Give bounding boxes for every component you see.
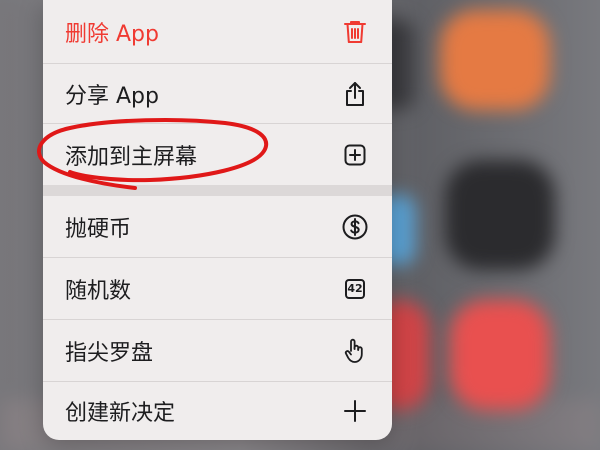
menu-item-label: 分享 App: [65, 83, 159, 109]
context-menu: 删除 App 分享 App 添加到主屏幕 抛硬币 随机数 42 指尖罗盘 创建新…: [43, 0, 392, 440]
menu-item-add-to-home[interactable]: 添加到主屏幕: [43, 124, 392, 185]
menu-item-create-decision[interactable]: 创建新决定: [43, 382, 392, 440]
menu-item-label: 添加到主屏幕: [65, 144, 198, 170]
menu-item-label: 指尖罗盘: [65, 340, 154, 366]
menu-item-label: 删除 App: [65, 21, 159, 47]
menu-item-finger-compass[interactable]: 指尖罗盘: [43, 320, 392, 382]
menu-item-delete-app[interactable]: 删除 App: [43, 0, 392, 64]
menu-item-label: 创建新决定: [65, 401, 176, 426]
plus-icon: [342, 398, 368, 424]
app-icon-blur: [440, 10, 550, 110]
share-icon: [342, 81, 368, 107]
trash-icon: [342, 19, 368, 45]
number-box-text: 42: [345, 278, 365, 299]
menu-item-label: 随机数: [65, 278, 132, 304]
number-box-icon: 42: [342, 276, 368, 302]
menu-item-random-number[interactable]: 随机数 42: [43, 258, 392, 320]
dollar-circle-icon: [342, 214, 368, 240]
menu-item-flip-coin[interactable]: 抛硬币: [43, 196, 392, 258]
menu-item-label: 抛硬币: [65, 216, 132, 242]
app-icon-blur: [450, 300, 550, 410]
hand-point-icon: [342, 338, 368, 364]
app-icon-blur: [445, 160, 555, 270]
add-square-icon: [342, 142, 368, 168]
menu-item-share-app[interactable]: 分享 App: [43, 64, 392, 124]
menu-section-separator: [43, 185, 392, 196]
